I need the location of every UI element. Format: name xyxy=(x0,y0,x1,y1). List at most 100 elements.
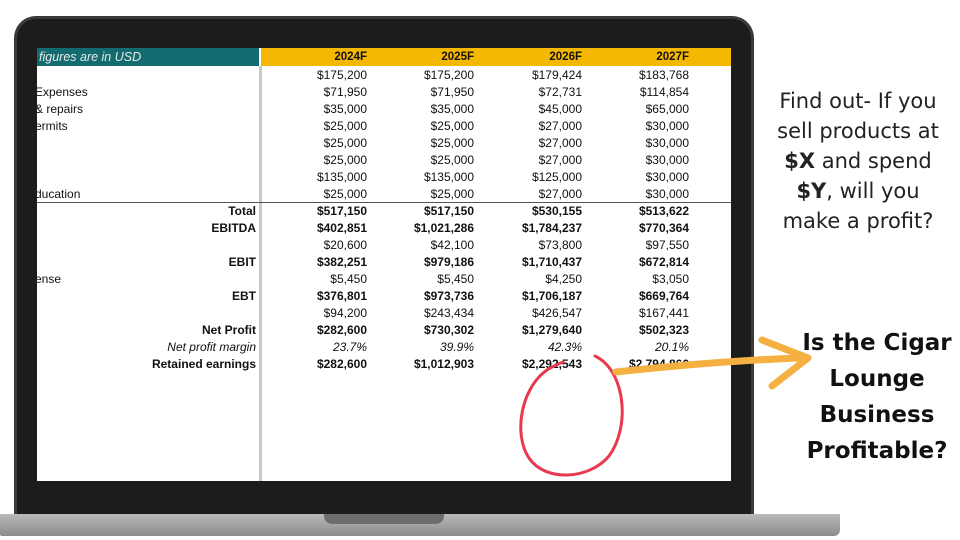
orange-arrow xyxy=(612,336,812,390)
table-row: $94,200 $243,434 $426,547 $167,441 xyxy=(37,305,731,322)
value-cell: $25,000 xyxy=(323,153,367,167)
row-label: & repairs xyxy=(37,102,84,116)
table-row: $25,000 $25,000 $27,000 $30,000 xyxy=(37,135,731,152)
table-row: Expenses $71,950 $71,950 $72,731 $114,854 xyxy=(37,84,731,101)
value-cell: $517,150 xyxy=(423,204,474,218)
value-cell: $1,710,437 xyxy=(521,255,582,269)
value-cell: $94,200 xyxy=(323,306,367,320)
value-cell: $30,000 xyxy=(645,119,689,133)
value-cell: $282,600 xyxy=(316,357,367,371)
value-cell: $65,000 xyxy=(645,102,689,116)
row-label: Retained earnings xyxy=(151,357,256,371)
value-cell: $530,155 xyxy=(531,204,582,218)
table-row: ducation $25,000 $25,000 $27,000 $30,000 xyxy=(37,186,731,203)
row-label: EBT xyxy=(232,289,256,303)
value-cell: $35,000 xyxy=(323,102,367,116)
value-cell: $30,000 xyxy=(645,170,689,184)
value-cell: $35,000 xyxy=(430,102,474,116)
value-cell: $402,851 xyxy=(316,221,367,235)
value-cell: $25,000 xyxy=(323,136,367,150)
year-column-header: 2026F xyxy=(549,51,582,63)
value-cell: $25,000 xyxy=(323,119,367,133)
value-cell: $979,186 xyxy=(423,255,474,269)
value-cell: $672,814 xyxy=(638,255,689,269)
value-cell: $1,279,640 xyxy=(521,323,582,337)
value-cell: $27,000 xyxy=(538,119,582,133)
table-row: & repairs $35,000 $35,000 $45,000 $65,000 xyxy=(37,101,731,118)
value-cell: $27,000 xyxy=(538,136,582,150)
table-row: EBT $376,801 $973,736 $1,706,187 $669,764 xyxy=(37,288,731,305)
table-row: EBITDA $402,851 $1,021,286 $1,784,237 $770,3… xyxy=(37,220,731,237)
value-cell: $175,200 xyxy=(316,68,367,82)
value-cell: $27,000 xyxy=(538,153,582,167)
value-cell: $3,050 xyxy=(652,272,689,286)
value-cell: $517,150 xyxy=(316,204,367,218)
value-cell: $135,000 xyxy=(423,170,474,184)
year-column-header: 2024F xyxy=(334,51,367,63)
price-variable: $X xyxy=(784,149,816,173)
row-label: Net profit margin xyxy=(167,340,256,354)
laptop-screen: figures are in USD 2024F 2025F 2026F 2027F $… xyxy=(37,48,731,481)
value-cell: $25,000 xyxy=(323,187,367,201)
value-cell: $973,736 xyxy=(423,289,474,303)
value-cell: $1,706,187 xyxy=(521,289,582,303)
table-row: Total $517,150 $517,150 $530,155 $513,622 xyxy=(37,203,731,220)
value-cell: 23.7% xyxy=(332,340,367,354)
value-cell: $30,000 xyxy=(645,153,689,167)
value-cell: $4,250 xyxy=(545,272,582,286)
value-cell: $175,200 xyxy=(423,68,474,82)
value-cell: $30,000 xyxy=(645,187,689,201)
value-cell: $30,000 xyxy=(645,136,689,150)
value-cell: $25,000 xyxy=(430,119,474,133)
value-cell: $71,950 xyxy=(430,85,474,99)
value-cell: $376,801 xyxy=(316,289,367,303)
value-cell: $97,550 xyxy=(645,238,689,252)
row-label: Total xyxy=(228,204,256,218)
value-cell: $25,000 xyxy=(430,136,474,150)
year-column-header: 2027F xyxy=(656,51,689,63)
value-cell: $770,364 xyxy=(638,221,689,235)
value-cell: 39.9% xyxy=(439,340,474,354)
value-cell: $125,000 xyxy=(531,170,582,184)
row-label: Expenses xyxy=(37,85,88,99)
value-cell: $5,450 xyxy=(437,272,474,286)
value-cell: $179,424 xyxy=(531,68,582,82)
row-label: Net Profit xyxy=(202,323,256,337)
table-row: EBIT $382,251 $979,186 $1,710,437 $672,814 xyxy=(37,254,731,271)
find-out-text: Find out- If you sell products at $X and… xyxy=(770,86,946,236)
value-cell: $382,251 xyxy=(316,255,367,269)
value-cell: $71,950 xyxy=(323,85,367,99)
value-cell: $183,768 xyxy=(638,68,689,82)
table-row: $25,000 $25,000 $27,000 $30,000 xyxy=(37,152,731,169)
value-cell: $45,000 xyxy=(538,102,582,116)
value-cell: $513,622 xyxy=(638,204,689,218)
spend-variable: $Y xyxy=(796,179,827,203)
currency-note: figures are in USD xyxy=(37,48,259,66)
value-cell: $1,021,286 xyxy=(413,221,474,235)
row-label: EBIT xyxy=(228,255,256,269)
table-row: ermits $25,000 $25,000 $27,000 $30,000 xyxy=(37,118,731,135)
value-cell: $426,547 xyxy=(531,306,582,320)
value-cell: $20,600 xyxy=(323,238,367,252)
value-cell: $25,000 xyxy=(430,187,474,201)
value-cell: $42,100 xyxy=(430,238,474,252)
table-row: ense $5,450 $5,450 $4,250 $3,050 xyxy=(37,271,731,288)
row-label: ducation xyxy=(37,187,81,201)
row-label: ermits xyxy=(37,119,68,133)
value-cell: $5,450 xyxy=(330,272,367,286)
value-cell: $243,434 xyxy=(423,306,474,320)
row-label: EBITDA xyxy=(211,221,256,235)
find-out-part: and spend xyxy=(815,149,932,173)
row-label: ense xyxy=(37,272,62,286)
table-row: $20,600 $42,100 $73,800 $97,550 xyxy=(37,237,731,254)
year-column-header: 2025F xyxy=(441,51,474,63)
find-out-part: Find out- If you sell products at xyxy=(777,89,939,143)
table-row: $175,200 $175,200 $179,424 $183,768 xyxy=(37,67,731,84)
value-cell: $167,441 xyxy=(638,306,689,320)
table-row: $135,000 $135,000 $125,000 $30,000 xyxy=(37,169,731,186)
value-cell: $72,731 xyxy=(538,85,582,99)
laptop-notch xyxy=(324,514,444,524)
value-cell: $135,000 xyxy=(316,170,367,184)
value-cell: $27,000 xyxy=(538,187,582,201)
headline: Is the Cigar Lounge Business Profitable? xyxy=(802,330,952,464)
